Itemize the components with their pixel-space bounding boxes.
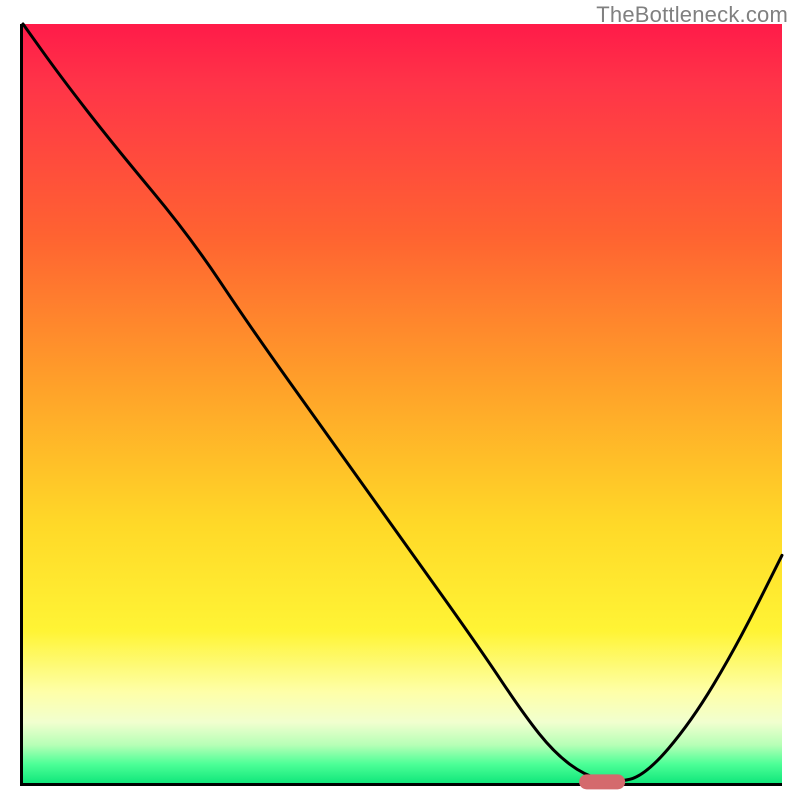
chart-container: TheBottleneck.com — [0, 0, 800, 800]
plot-area — [20, 24, 782, 786]
bottleneck-curve — [23, 24, 782, 783]
optimal-point-marker — [579, 775, 625, 790]
